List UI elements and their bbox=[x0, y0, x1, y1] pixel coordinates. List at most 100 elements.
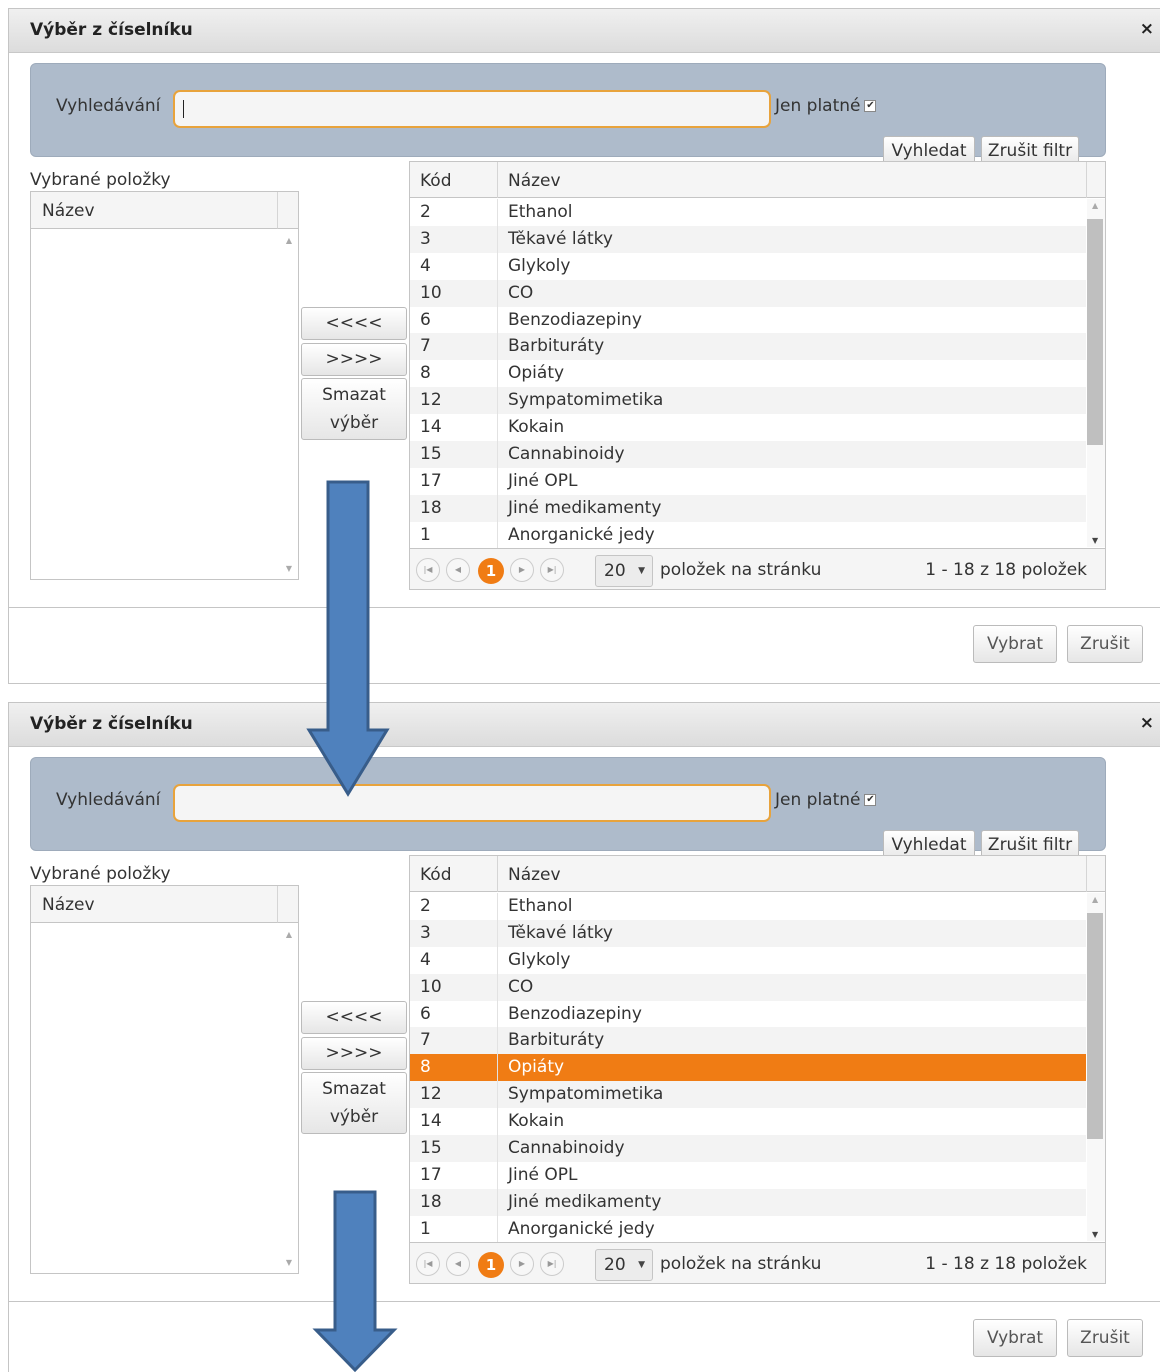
clear-filter-button[interactable]: Zrušit filtr bbox=[981, 136, 1079, 164]
clear-selection-line2: výběr bbox=[329, 413, 379, 433]
grid-scrollbar[interactable]: ▲ ▼ bbox=[1087, 893, 1105, 1241]
clear-filter-button[interactable]: Zrušit filtr bbox=[981, 830, 1079, 858]
column-header-code[interactable]: Kód bbox=[420, 171, 452, 191]
search-button[interactable]: Vyhledat bbox=[883, 136, 975, 164]
scroll-up-icon[interactable]: ▲ bbox=[286, 236, 292, 245]
add-selected-button[interactable]: >>>> bbox=[301, 1037, 407, 1070]
prev-page-icon[interactable]: ◀ bbox=[446, 558, 470, 582]
search-panel: Vyhledávání Jen platné ✔ Vyhledat Zrušit … bbox=[30, 757, 1106, 858]
last-page-icon[interactable]: ▶| bbox=[540, 1252, 564, 1276]
column-divider bbox=[497, 1000, 498, 1028]
clear-selection-button[interactable]: Smazat výběr bbox=[301, 378, 407, 440]
search-label: Vyhledávání bbox=[56, 96, 161, 116]
table-row[interactable]: 3 Těkavé látky bbox=[410, 225, 1086, 253]
page-size-select[interactable]: 20 ▼ bbox=[595, 1249, 653, 1281]
scroll-up-icon[interactable]: ▲ bbox=[1092, 201, 1098, 210]
table-row[interactable]: 7 Barbituráty bbox=[410, 333, 1086, 361]
clear-selection-button[interactable]: Smazat výběr bbox=[301, 1072, 407, 1134]
table-row[interactable]: 10 CO bbox=[410, 973, 1086, 1001]
last-page-icon[interactable]: ▶| bbox=[540, 558, 564, 582]
cancel-button[interactable]: Zrušit bbox=[1067, 625, 1143, 663]
table-row[interactable]: 1 Anorganické jedy bbox=[410, 521, 1086, 549]
search-input[interactable] bbox=[173, 90, 771, 128]
selected-items-list[interactable]: Název ▲ ▼ bbox=[30, 191, 299, 580]
jen-platne-toggle[interactable]: Jen platné ✔ bbox=[775, 790, 877, 810]
table-row[interactable]: 3 Těkavé látky bbox=[410, 919, 1086, 947]
column-header-code[interactable]: Kód bbox=[420, 865, 452, 885]
page-number-current[interactable]: 1 bbox=[478, 1252, 504, 1278]
first-page-icon[interactable]: |◀ bbox=[416, 558, 440, 582]
cell-name: Benzodiazepiny bbox=[508, 309, 642, 330]
table-row[interactable]: 17 Jiné OPL bbox=[410, 1161, 1086, 1189]
table-row[interactable]: 8 Opiáty bbox=[410, 360, 1086, 388]
table-row[interactable]: 10 CO bbox=[410, 279, 1086, 307]
table-row[interactable]: 6 Benzodiazepiny bbox=[410, 1000, 1086, 1028]
dialog-title: Výběr z číselníku bbox=[30, 714, 193, 734]
table-row[interactable]: 1 Anorganické jedy bbox=[410, 1215, 1086, 1243]
codelist-grid[interactable]: Kód Název 2 Ethanol 3 Těkavé látky 4 Glykoly 1… bbox=[409, 161, 1106, 590]
table-row[interactable]: 6 Benzodiazepiny bbox=[410, 306, 1086, 334]
next-page-icon[interactable]: ▶ bbox=[510, 558, 534, 582]
search-button[interactable]: Vyhledat bbox=[883, 830, 975, 858]
scroll-down-icon[interactable]: ▼ bbox=[286, 564, 292, 573]
checkmark-icon[interactable]: ✔ bbox=[864, 100, 877, 112]
close-icon[interactable]: × bbox=[1140, 19, 1154, 39]
selected-items-list[interactable]: Název ▲ ▼ bbox=[30, 885, 299, 1274]
select-button[interactable]: Vybrat bbox=[973, 1319, 1057, 1357]
selected-column-header[interactable]: Název bbox=[31, 886, 278, 923]
table-row[interactable]: 8 Opiáty bbox=[410, 1054, 1086, 1082]
remove-all-button[interactable]: <<<< bbox=[301, 1001, 407, 1034]
jen-platne-toggle[interactable]: Jen platné ✔ bbox=[775, 96, 877, 116]
grid-pager: |◀ ◀ 1 ▶ ▶| 20 ▼ položek na stránku 1 - 1… bbox=[410, 548, 1105, 589]
scroll-up-icon[interactable]: ▲ bbox=[286, 930, 292, 939]
page-size-select[interactable]: 20 ▼ bbox=[595, 555, 653, 587]
close-icon[interactable]: × bbox=[1140, 713, 1154, 733]
table-row[interactable]: 4 Glykoly bbox=[410, 946, 1086, 974]
cell-code: 3 bbox=[420, 922, 431, 943]
scrollbar-thumb[interactable] bbox=[1087, 219, 1103, 445]
table-row[interactable]: 14 Kokain bbox=[410, 1108, 1086, 1136]
add-selected-button[interactable]: >>>> bbox=[301, 343, 407, 376]
table-row[interactable]: 15 Cannabinoidy bbox=[410, 1135, 1086, 1162]
search-input[interactable] bbox=[173, 784, 771, 822]
cell-name: Těkavé látky bbox=[508, 228, 613, 249]
table-row[interactable]: 14 Kokain bbox=[410, 414, 1086, 442]
dialog-titlebar: Výběr z číselníku × bbox=[9, 703, 1160, 747]
column-divider bbox=[497, 333, 498, 361]
table-row[interactable]: 18 Jiné medikamenty bbox=[410, 1188, 1086, 1216]
scroll-down-icon[interactable]: ▼ bbox=[286, 1258, 292, 1267]
table-row[interactable]: 7 Barbituráty bbox=[410, 1027, 1086, 1055]
codelist-grid[interactable]: Kód Název 2 Ethanol 3 Těkavé látky 4 Glykoly 1… bbox=[409, 855, 1106, 1284]
table-row[interactable]: 2 Ethanol bbox=[410, 199, 1086, 226]
grid-scrollbar[interactable]: ▲ ▼ bbox=[1087, 199, 1105, 547]
jen-platne-label: Jen platné bbox=[775, 96, 861, 116]
select-button[interactable]: Vybrat bbox=[973, 625, 1057, 663]
first-page-icon[interactable]: |◀ bbox=[416, 1252, 440, 1276]
column-divider bbox=[497, 199, 498, 226]
scroll-down-icon[interactable]: ▼ bbox=[1092, 536, 1098, 545]
scroll-down-icon[interactable]: ▼ bbox=[1092, 1230, 1098, 1239]
column-divider bbox=[497, 279, 498, 307]
table-row[interactable]: 2 Ethanol bbox=[410, 893, 1086, 920]
table-row[interactable]: 15 Cannabinoidy bbox=[410, 441, 1086, 468]
cancel-button[interactable]: Zrušit bbox=[1067, 1319, 1143, 1357]
remove-all-button[interactable]: <<<< bbox=[301, 307, 407, 340]
next-page-icon[interactable]: ▶ bbox=[510, 1252, 534, 1276]
cell-code: 18 bbox=[420, 1191, 442, 1212]
scrollbar-thumb[interactable] bbox=[1087, 913, 1103, 1139]
table-row[interactable]: 12 Sympatomimetika bbox=[410, 1081, 1086, 1109]
table-row[interactable]: 18 Jiné medikamenty bbox=[410, 494, 1086, 522]
table-row[interactable]: 17 Jiné OPL bbox=[410, 467, 1086, 495]
selected-column-header[interactable]: Název bbox=[31, 192, 278, 229]
table-row[interactable]: 4 Glykoly bbox=[410, 252, 1086, 280]
table-row[interactable]: 12 Sympatomimetika bbox=[410, 387, 1086, 415]
selected-column-label: Název bbox=[42, 895, 95, 915]
column-header-name[interactable]: Název bbox=[508, 865, 561, 885]
scroll-up-icon[interactable]: ▲ bbox=[1092, 895, 1098, 904]
column-header-name[interactable]: Název bbox=[508, 171, 561, 191]
checkmark-icon[interactable]: ✔ bbox=[864, 794, 877, 806]
column-divider bbox=[497, 441, 498, 468]
page-number-current[interactable]: 1 bbox=[478, 558, 504, 584]
prev-page-icon[interactable]: ◀ bbox=[446, 1252, 470, 1276]
grid-rows: 2 Ethanol 3 Těkavé látky 4 Glykoly 10 CO 6 Benzod… bbox=[410, 199, 1086, 549]
